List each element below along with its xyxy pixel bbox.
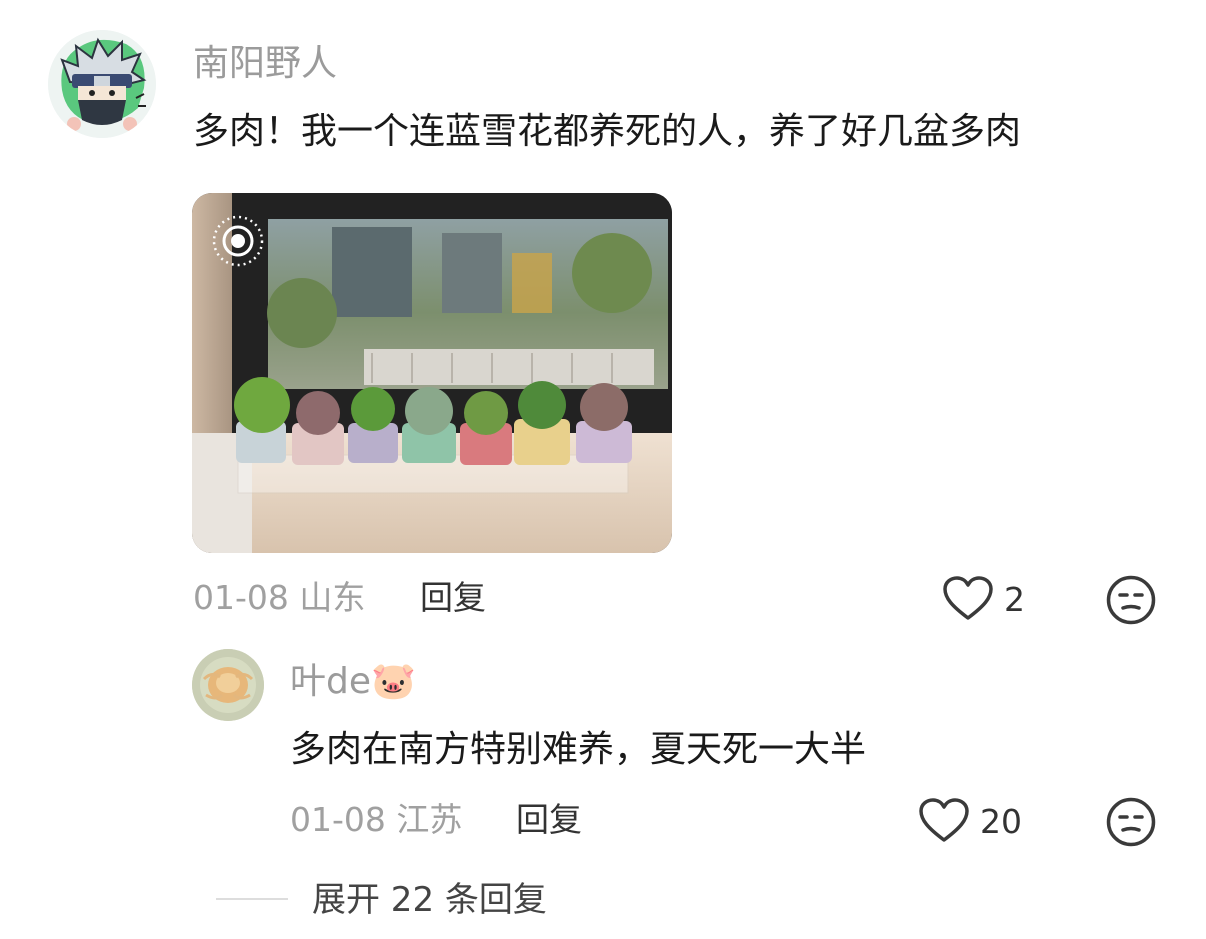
comment-text: 多肉！我一个连蓝雪花都养死的人，养了好几盆多肉 — [193, 111, 1022, 152]
reply-meta: 01-08 江苏 — [290, 800, 462, 840]
reply-button[interactable]: 回复 — [420, 578, 486, 618]
comment-meta: 01-08 山东 — [193, 578, 365, 618]
expand-replies-button[interactable]: 展开 22 条回复 — [312, 880, 547, 920]
avatar[interactable] — [48, 30, 156, 138]
meh-face-icon[interactable] — [1106, 575, 1156, 625]
divider — [216, 898, 288, 900]
pig-emoji-icon: 🐷 — [371, 661, 416, 702]
meh-face-icon[interactable] — [1106, 797, 1156, 847]
like-count: 20 — [980, 802, 1022, 841]
reply-text: 多肉在南方特别难养，夏天死一大半 — [290, 729, 867, 770]
heart-outline-icon[interactable] — [918, 798, 970, 844]
heart-outline-icon[interactable] — [942, 576, 994, 622]
reply-username[interactable]: 叶de🐷 — [290, 660, 416, 704]
like-count: 2 — [1004, 580, 1025, 619]
reply-location: 江苏 — [396, 800, 463, 839]
reply-date: 01-08 — [290, 800, 386, 839]
comment-username[interactable]: 南阳野人 — [193, 42, 337, 86]
comment-date: 01-08 — [193, 578, 289, 617]
comment-photo[interactable] — [192, 193, 672, 553]
avatar[interactable] — [192, 649, 264, 721]
reply-button[interactable]: 回复 — [516, 800, 582, 840]
comment-location: 山东 — [299, 578, 366, 617]
